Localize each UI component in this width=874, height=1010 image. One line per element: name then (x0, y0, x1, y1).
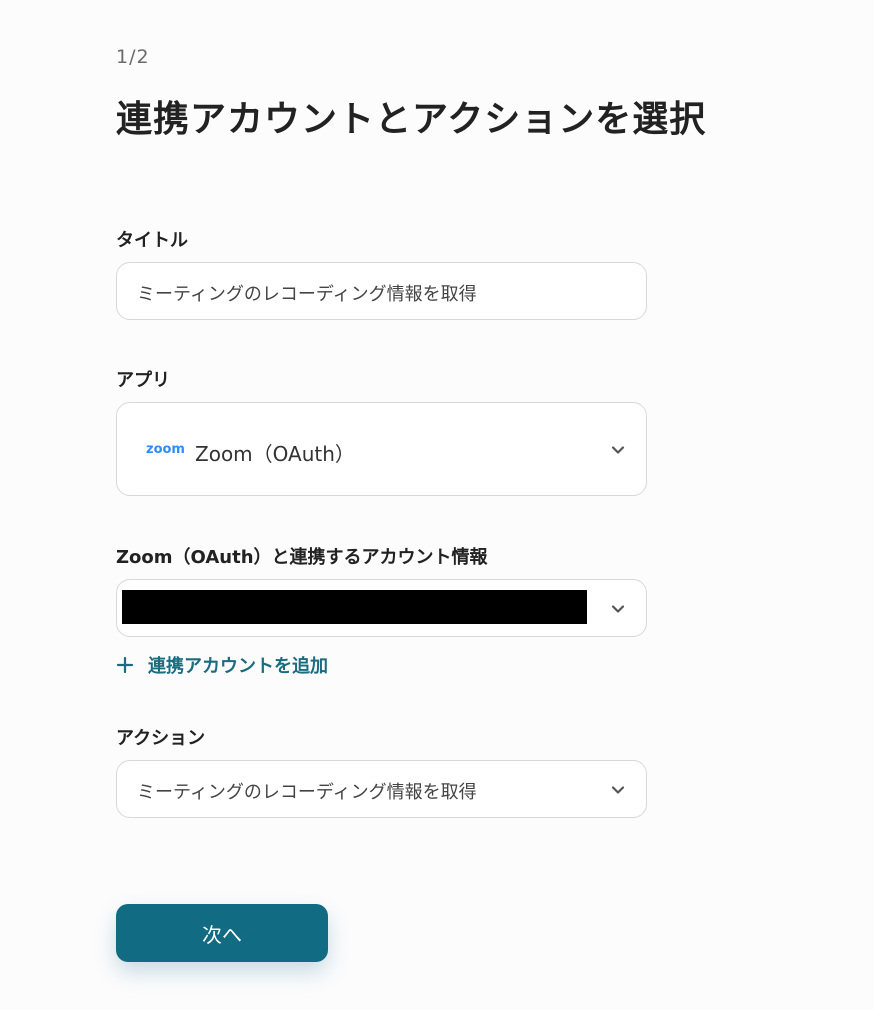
title-label: タイトル (116, 230, 188, 251)
chevron-down-icon[interactable] (610, 442, 626, 458)
app-label: アプリ (116, 370, 170, 391)
title-input-value[interactable]: ミーティングのレコーディング情報を取得 (137, 280, 477, 306)
plus-icon (116, 656, 134, 674)
app-select[interactable]: zoom Zoom（OAuth） (116, 402, 647, 496)
page-title: 連携アカウントとアクションを選択 (116, 99, 707, 140)
step-indicator: 1/2 (116, 46, 150, 68)
account-select[interactable] (116, 579, 647, 637)
action-select[interactable]: ミーティングのレコーディング情報を取得 (116, 760, 647, 818)
title-input[interactable]: ミーティングのレコーディング情報を取得 (116, 262, 647, 320)
add-account-link[interactable]: 連携アカウントを追加 (116, 652, 328, 678)
add-account-label: 連携アカウントを追加 (148, 656, 328, 677)
redacted-account-value (122, 590, 587, 624)
action-select-value: ミーティングのレコーディング情報を取得 (137, 782, 477, 803)
app-select-value: Zoom（OAuth） (195, 442, 355, 466)
chevron-down-icon[interactable] (610, 601, 626, 617)
action-label: アクション (116, 728, 206, 749)
next-button[interactable]: 次へ (116, 904, 328, 962)
zoom-logo: zoom (146, 442, 185, 457)
chevron-down-icon[interactable] (610, 782, 626, 798)
page: 1/2 連携アカウントとアクションを選択 タイトル ミーティングのレコーディング… (0, 0, 874, 1010)
account-label: Zoom（OAuth）と連携するアカウント情報 (116, 547, 488, 568)
